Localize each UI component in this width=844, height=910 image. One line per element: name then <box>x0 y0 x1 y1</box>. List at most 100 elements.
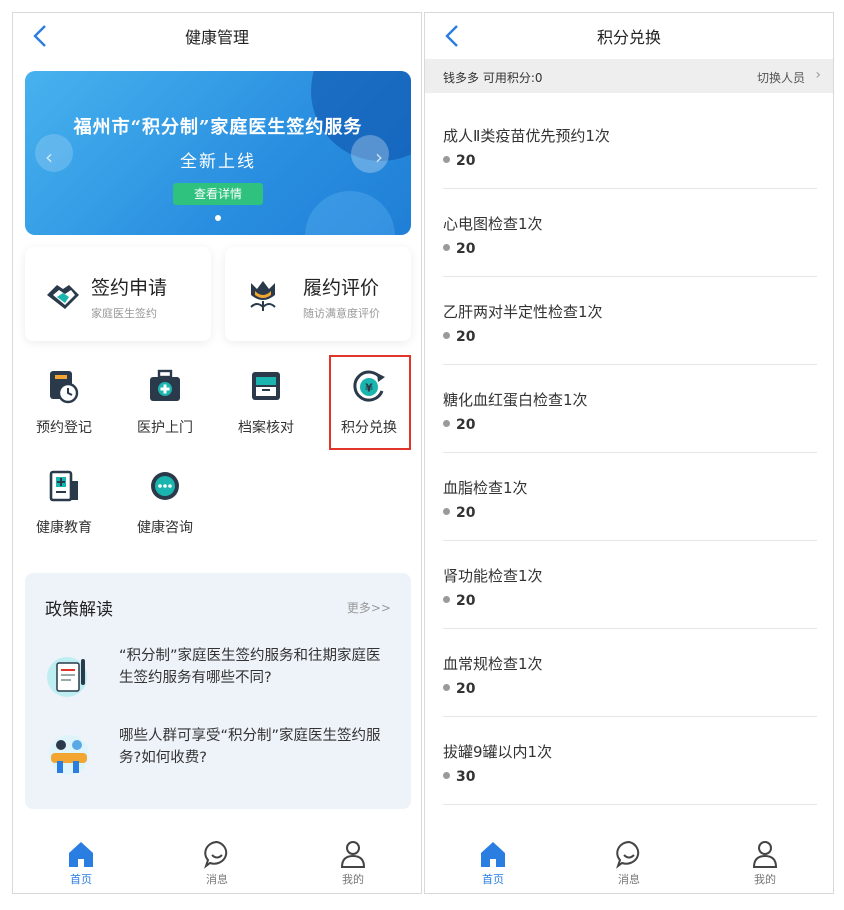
item-name: 血常规检查1次 <box>443 655 543 673</box>
performance-review-card[interactable]: 履约评价 随访满意度评价 <box>225 247 411 341</box>
banner-subline: 全新上线 <box>180 152 256 172</box>
people-illustration-icon <box>45 731 93 779</box>
back-chevron-icon[interactable] <box>441 22 465 50</box>
nav-profile[interactable]: 我的 <box>323 839 383 887</box>
profile-icon <box>338 839 368 869</box>
nav-label: 消息 <box>618 873 640 886</box>
exchange-item[interactable]: 乙肝两对半定性检查1次 20 <box>443 277 817 365</box>
page-title: 积分兑换 <box>596 28 661 47</box>
exchange-item[interactable]: 血脂检查1次 20 <box>443 453 817 541</box>
grid-label: 医护上门 <box>137 420 193 436</box>
dot-icon <box>443 419 450 427</box>
item-name: 成人Ⅱ类疫苗优先预约1次 <box>443 127 610 145</box>
dot-icon <box>443 243 450 251</box>
item-points: 20 <box>443 329 475 345</box>
page-title: 健康管理 <box>184 28 249 47</box>
bottom-nav: 首页 消息 我的 <box>425 831 833 893</box>
grid-item-archive-check[interactable]: 档案核对 <box>221 369 311 459</box>
points-exchange-screen: 积分兑换 钱多多 可用积分:0 切换人员 › 成人Ⅱ类疫苗优先预约1次 20 心… <box>424 12 834 894</box>
top-bar: 健康管理 <box>13 13 421 59</box>
item-name: 血脂检查1次 <box>443 479 528 497</box>
top-bar: 积分兑换 <box>425 13 833 59</box>
policy-item-text: “积分制”家庭医生签约服务和往期家庭医生签约服务有哪些不同? <box>119 648 381 686</box>
exchange-item[interactable]: 拔罐9罐以内1次 30 <box>443 717 817 805</box>
health-education-icon <box>46 469 82 505</box>
dot-icon <box>443 595 450 603</box>
policy-section: 政策解读 更多>> “积分制”家庭医生签约服务和往期家庭医生签约服务有哪些不同? <box>25 573 411 809</box>
appointment-clock-icon <box>46 369 82 405</box>
item-name: 心电图检查1次 <box>443 215 543 233</box>
card-title: 履约评价 <box>303 277 380 299</box>
profile-icon <box>750 839 780 869</box>
user-points-text: 钱多多 可用积分:0 <box>443 71 543 85</box>
card-title: 签约申请 <box>91 277 168 299</box>
policy-item[interactable]: 哪些人群可享受“积分制”家庭医生签约服务?如何收费? <box>45 725 395 785</box>
view-details-button[interactable]: 查看详情 <box>173 183 263 205</box>
promo-banner[interactable]: ‹ › 福州市“积分制”家庭医生签约服务 全新上线 查看详情 <box>25 71 411 235</box>
exchange-item[interactable]: 肾功能检查1次 20 <box>443 541 817 629</box>
nav-home[interactable]: 首页 <box>51 839 111 887</box>
document-illustration-icon <box>45 651 93 699</box>
grid-label: 健康咨询 <box>137 520 193 536</box>
chevron-right-icon[interactable]: › <box>815 67 821 83</box>
handshake-icon <box>43 277 83 313</box>
home-icon <box>66 839 96 869</box>
grid-label: 预约登记 <box>36 420 92 436</box>
dot-icon <box>443 155 450 163</box>
back-chevron-icon[interactable] <box>29 22 53 50</box>
item-points: 20 <box>443 505 475 521</box>
section-title: 政策解读 <box>45 600 113 620</box>
nav-label: 我的 <box>342 873 364 886</box>
banner-headline: 福州市“积分制”家庭医生签约服务 <box>73 117 363 138</box>
switch-person-link[interactable]: 切换人员 <box>757 69 805 86</box>
grid-item-health-education[interactable]: 健康教育 <box>19 469 109 559</box>
item-name: 糖化血红蛋白检查1次 <box>443 391 588 409</box>
banner-decoration <box>305 191 395 235</box>
nav-home[interactable]: 首页 <box>463 839 523 887</box>
more-link[interactable]: 更多>> <box>347 599 391 616</box>
home-icon <box>478 839 508 869</box>
item-points: 20 <box>443 681 475 697</box>
exchange-item[interactable]: 心电图检查1次 20 <box>443 189 817 277</box>
nav-messages[interactable]: 消息 <box>599 839 659 887</box>
flower-icon <box>243 277 283 313</box>
exchange-item[interactable]: 血常规检查1次 20 <box>443 629 817 717</box>
nav-messages[interactable]: 消息 <box>187 839 247 887</box>
exchange-item[interactable]: 成人Ⅱ类疫苗优先预约1次 20 <box>443 101 817 189</box>
carousel-indicator <box>215 215 221 221</box>
message-icon <box>614 839 644 869</box>
health-management-screen: 健康管理 ‹ › 福州市“积分制”家庭医生签约服务 全新上线 查看详情 签约申请… <box>12 12 422 894</box>
dot-icon <box>443 507 450 515</box>
nav-label: 消息 <box>206 873 228 886</box>
card-subtitle: 家庭医生签约 <box>91 307 157 320</box>
policy-item-text: 哪些人群可享受“积分制”家庭医生签约服务?如何收费? <box>119 728 381 766</box>
nav-label: 首页 <box>70 873 92 886</box>
sign-application-card[interactable]: 签约申请 家庭医生签约 <box>25 247 211 341</box>
dot-icon <box>443 771 450 779</box>
grid-item-appointment[interactable]: 预约登记 <box>19 369 109 459</box>
archive-icon <box>248 369 284 405</box>
grid-item-health-consult[interactable]: 健康咨询 <box>120 469 210 559</box>
user-points-bar: 钱多多 可用积分:0 切换人员 › <box>425 59 833 93</box>
dot-icon <box>443 683 450 691</box>
exchange-item[interactable]: 糖化血红蛋白检查1次 20 <box>443 365 817 453</box>
nav-label: 首页 <box>482 873 504 886</box>
item-name: 乙肝两对半定性检查1次 <box>443 303 603 321</box>
grid-item-home-visit[interactable]: 医护上门 <box>120 369 210 459</box>
bottom-nav: 首页 消息 我的 <box>13 831 421 893</box>
item-points: 30 <box>443 769 475 785</box>
nav-label: 我的 <box>754 873 776 886</box>
item-points: 20 <box>443 153 475 169</box>
item-name: 肾功能检查1次 <box>443 567 543 585</box>
item-points: 20 <box>443 593 475 609</box>
chat-bubble-icon <box>147 469 183 505</box>
nav-profile[interactable]: 我的 <box>735 839 795 887</box>
grid-label: 档案核对 <box>238 420 294 436</box>
item-points: 20 <box>443 417 475 433</box>
message-icon <box>202 839 232 869</box>
policy-item[interactable]: “积分制”家庭医生签约服务和往期家庭医生签约服务有哪些不同? <box>45 645 395 705</box>
grid-label: 健康教育 <box>36 520 92 536</box>
item-name: 拔罐9罐以内1次 <box>443 743 553 761</box>
dot-icon <box>443 331 450 339</box>
medical-kit-icon <box>147 369 183 405</box>
